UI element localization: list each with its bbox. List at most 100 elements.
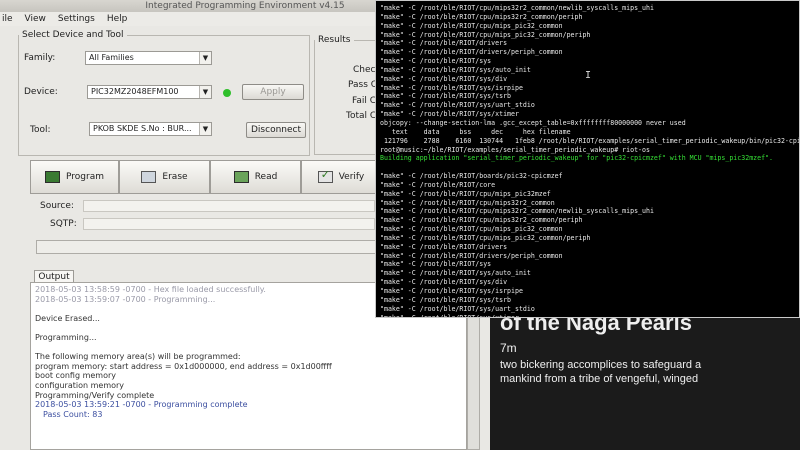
terminal-line: "make" -C /root/ble/RIOT/sys/auto_init bbox=[380, 269, 799, 278]
erase-icon bbox=[141, 171, 157, 183]
terminal-line-text: "make" -C /root/ble/RIOT/sys/uart_stdio bbox=[380, 101, 535, 110]
sqtp-label: SQTP: bbox=[50, 219, 77, 229]
menu-settings[interactable]: Settings bbox=[58, 12, 95, 26]
terminal-line-text: "make" -C /root/ble/RIOT/sys/auto_init bbox=[380, 65, 531, 74]
terminal-line: objcopy: --change-section-lma .gcc_excep… bbox=[380, 119, 799, 128]
background-line-2: mankind from a tribe of vengeful, winged bbox=[500, 373, 699, 385]
read-label: Read bbox=[254, 172, 278, 182]
chevron-down-icon: ▼ bbox=[199, 52, 211, 64]
terminal-line-text: "make" -C /root/ble/RIOT/sys/div bbox=[380, 74, 508, 83]
menu-help[interactable]: Help bbox=[107, 12, 128, 26]
output-line: 2018-05-03 13:59:21 -0700 - Programming … bbox=[35, 400, 248, 410]
terminal-line-text: "make" -C /root/ble/RIOT/sys bbox=[380, 260, 492, 269]
results-fail-label: Fail C bbox=[352, 96, 377, 106]
terminal-line-text: "make" -C /root/ble/RIOT/sys/auto_init bbox=[380, 269, 531, 278]
terminal-line: 121796 2788 6160 130744 1feb8 /root/ble/… bbox=[380, 137, 799, 146]
family-select[interactable]: All Families ▼ bbox=[85, 51, 212, 65]
terminal-line: "make" -C /root/ble/RIOT/sys/isrpipe bbox=[380, 287, 799, 296]
family-label: Family: bbox=[24, 53, 56, 63]
terminal-line-text: "make" -C /root/ble/RIOT/cpu/mips_pic32_… bbox=[380, 30, 591, 39]
tool-label: Tool: bbox=[30, 125, 51, 135]
terminal-line-text: "make" -C /root/ble/RIOT/sys/uart_stdio bbox=[380, 304, 535, 313]
menu-file[interactable]: ile bbox=[2, 12, 13, 26]
program-label: Program bbox=[66, 172, 104, 182]
terminal-line-text: "make" -C /root/ble/RIOT/cpu/mips32r2_co… bbox=[380, 216, 583, 225]
device-label: Device: bbox=[24, 87, 58, 97]
terminal-line-text: "make" -C /root/ble/RIOT/cpu/mips_pic32_… bbox=[380, 225, 563, 234]
chevron-down-icon: ▼ bbox=[199, 86, 211, 98]
terminal-line: "make" -C /root/ble/RIOT/cpu/mips32r2_co… bbox=[380, 199, 799, 208]
device-value: PIC32MZ2048EFM100 bbox=[91, 87, 179, 96]
terminal-line: "make" -C /root/ble/RIOT/boards/pic32-cp… bbox=[380, 172, 799, 181]
terminal-line-text: "make" -C /root/ble/RIOT/cpu/mips32r2_co… bbox=[380, 207, 654, 216]
terminal-line-text: "make" -C /root/ble/RIOT/cpu/mips32r2_co… bbox=[380, 198, 555, 207]
terminal-line: "make" -C /root/ble/RIOT/sys/tsrb bbox=[380, 92, 799, 101]
terminal-line-text: "make" -C /root/ble/RIOT/sys/tsrb bbox=[380, 295, 512, 304]
terminal-line: "make" -C /root/ble/RIOT/cpu/mips_pic32_… bbox=[380, 31, 799, 40]
terminal-line: "make" -C /root/ble/RIOT/sys/uart_stdio bbox=[380, 305, 799, 314]
terminal-line-text: "make" -C /root/ble/RIOT/sys/tsrb bbox=[380, 92, 512, 101]
terminal-line: "make" -C /root/ble/RIOT/drivers/periph_… bbox=[380, 48, 799, 57]
terminal-line: "make" -C /root/ble/RIOT/cpu/mips_pic32m… bbox=[380, 190, 799, 199]
apply-button[interactable]: Apply bbox=[242, 84, 304, 100]
read-button[interactable]: Read bbox=[210, 160, 301, 194]
terminal-line-text: "make" -C /root/ble/RIOT/sys/div bbox=[380, 278, 508, 287]
terminal-line: "make" -C /root/ble/RIOT/cpu/mips32r2_co… bbox=[380, 13, 799, 22]
background-line-1: two bickering accomplices to safeguard a bbox=[500, 359, 702, 371]
results-total-label: Total C bbox=[346, 111, 377, 121]
terminal-line: "make" -C /root/ble/RIOT/cpu/mips_pic32_… bbox=[380, 234, 799, 243]
terminal-line-text: root@music:~/ble/RIOT/examples/serial_ti… bbox=[380, 145, 650, 154]
tool-value: PKOB SKDE S.No : BUR... bbox=[93, 124, 192, 133]
device-select[interactable]: PIC32MZ2048EFM100 ▼ bbox=[87, 85, 212, 99]
terminal-window[interactable]: "make" -C /root/ble/RIOT/cpu/mips32r2_co… bbox=[375, 0, 800, 318]
terminal-line: "make" -C /root/ble/RIOT/cpu/mips32r2_co… bbox=[380, 216, 799, 225]
source-field[interactable] bbox=[83, 200, 375, 212]
disconnect-button[interactable]: Disconnect bbox=[246, 122, 306, 138]
terminal-output: "make" -C /root/ble/RIOT/cpu/mips32r2_co… bbox=[380, 4, 799, 317]
program-button[interactable]: Program bbox=[30, 160, 119, 194]
erase-label: Erase bbox=[162, 172, 188, 182]
terminal-line: "make" -C /root/ble/RIOT/drivers/periph_… bbox=[380, 252, 799, 261]
read-icon bbox=[233, 171, 249, 183]
tool-select[interactable]: PKOB SKDE S.No : BUR... ▼ bbox=[89, 122, 212, 136]
terminal-line-text: "make" -C /root/ble/RIOT/cpu/mips32r2_co… bbox=[380, 4, 654, 12]
terminal-line: "make" -C /root/ble/RIOT/cpu/mips32r2_co… bbox=[380, 4, 799, 13]
terminal-line-text: text data bss dec hex filename bbox=[380, 127, 571, 136]
output-line: boot config memory bbox=[35, 371, 116, 381]
program-icon bbox=[45, 171, 60, 183]
terminal-line: Building application "serial_timer_perio… bbox=[380, 154, 799, 163]
terminal-line-text: "make" -C /root/ble/RIOT/drivers/periph_… bbox=[380, 251, 563, 260]
terminal-line-text: 121796 2788 6160 130744 1feb8 /root/ble/… bbox=[380, 136, 799, 145]
terminal-line-text: "make" -C /root/ble/RIOT/sys/xtimer bbox=[380, 110, 519, 119]
output-line: configuration memory bbox=[35, 380, 125, 390]
results-pass-label: Pass C bbox=[348, 80, 378, 90]
terminal-line: "make" -C /root/ble/RIOT/sys/uart_stdio bbox=[380, 101, 799, 110]
family-value: All Families bbox=[89, 53, 134, 62]
erase-button[interactable]: Erase bbox=[119, 160, 210, 194]
terminal-line: "make" -C /root/ble/RIOT/sys/xtimer bbox=[380, 314, 799, 317]
terminal-line-text: "make" -C /root/ble/RIOT/cpu/mips_pic32m… bbox=[380, 189, 551, 198]
terminal-line-text: "make" -C /root/ble/RIOT/drivers bbox=[380, 39, 508, 48]
terminal-line: text data bss dec hex filename bbox=[380, 128, 799, 137]
terminal-line-text: "make" -C /root/ble/RIOT/cpu/mips_pic32_… bbox=[380, 233, 591, 242]
terminal-line-text: "make" -C /root/ble/RIOT/drivers/periph_… bbox=[380, 48, 563, 57]
sqtp-field[interactable] bbox=[83, 218, 375, 230]
terminal-line: "make" -C /root/ble/RIOT/core bbox=[380, 181, 799, 190]
chevron-down-icon: ▼ bbox=[199, 123, 211, 135]
verify-button[interactable]: Verify bbox=[301, 160, 381, 194]
terminal-line-text: "make" -C /root/ble/RIOT/cpu/mips_pic32_… bbox=[380, 21, 563, 30]
terminal-line: "make" -C /root/ble/RIOT/sys/tsrb bbox=[380, 296, 799, 305]
terminal-line-text: "make" -C /root/ble/RIOT/drivers bbox=[380, 242, 508, 251]
terminal-line: "make" -C /root/ble/RIOT/cpu/mips_pic32_… bbox=[380, 225, 799, 234]
terminal-line-text: "make" -C /root/ble/RIOT/sys bbox=[380, 57, 492, 66]
menu-view[interactable]: View bbox=[25, 12, 46, 26]
background-fragment: 7m bbox=[500, 341, 517, 355]
results-group: Results bbox=[314, 35, 381, 155]
terminal-line-text: "make" -C /root/ble/RIOT/boards/pic32-cp… bbox=[380, 172, 563, 181]
terminal-line: "make" -C /root/ble/RIOT/drivers bbox=[380, 39, 799, 48]
status-led-icon bbox=[223, 89, 231, 97]
output-line: Programming... bbox=[35, 332, 97, 342]
terminal-line: "make" -C /root/ble/RIOT/sys/isrpipe bbox=[380, 84, 799, 93]
text-cursor-icon: I bbox=[585, 70, 592, 81]
